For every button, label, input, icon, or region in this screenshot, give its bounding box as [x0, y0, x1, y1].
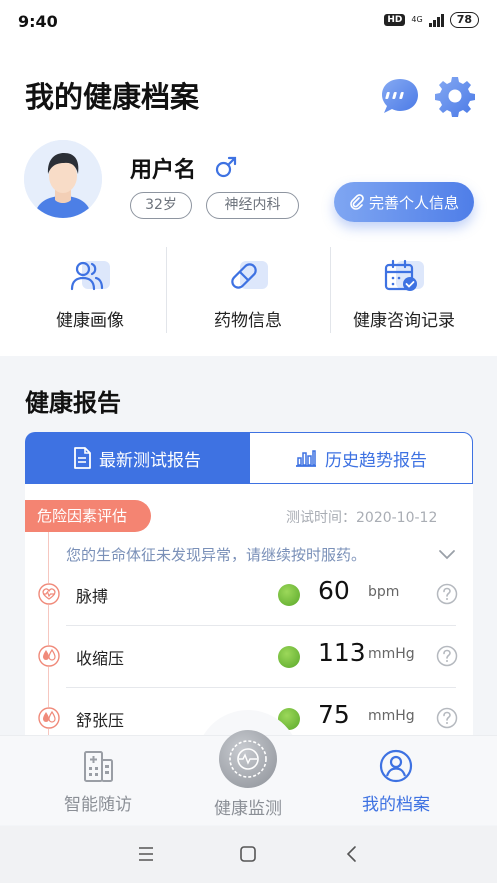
chevron-down-icon[interactable] — [438, 547, 456, 561]
people-icon — [70, 261, 110, 291]
male-gender-icon — [215, 156, 237, 178]
metric-name: 舒张压 — [76, 711, 125, 730]
paperclip-icon — [350, 194, 364, 210]
tab-label: 最新测试报告 — [99, 450, 201, 471]
quick-link-health-portrait[interactable]: 健康画像 — [10, 250, 170, 335]
quick-link-consult-records[interactable]: 健康咨询记录 — [324, 250, 484, 335]
nav-my-records[interactable]: 我的档案 — [326, 748, 466, 815]
status-ok-indicator — [278, 584, 300, 606]
chat-bubble-icon — [382, 79, 418, 113]
user-avatar-icon — [24, 140, 102, 218]
status-indicators: HD 4G 78 — [384, 12, 479, 28]
status-ok-indicator — [278, 646, 300, 668]
avatar[interactable] — [24, 140, 102, 218]
question-mark-icon[interactable] — [436, 645, 458, 667]
status-notice: 您的生命体征未发现异常，请继续按时服药。 — [66, 546, 367, 564]
monitor-target-icon — [229, 740, 267, 778]
hospital-icon — [84, 751, 113, 782]
question-mark-icon[interactable] — [436, 707, 458, 729]
status-bar: 9:40 HD 4G 78 — [0, 0, 497, 44]
status-time: 9:40 — [18, 12, 58, 31]
metric-unit: bpm — [368, 584, 400, 600]
nav-smart-followup[interactable]: 智能随访 — [28, 748, 168, 815]
menu-icon[interactable] — [131, 839, 161, 869]
metric-row-systolic[interactable]: 收缩压 113 mmHg — [30, 626, 460, 688]
complete-profile-button[interactable]: 完善个人信息 — [334, 182, 474, 222]
battery-icon: 78 — [449, 12, 479, 28]
metric-unit: mmHg — [368, 646, 415, 662]
username: 用户名 — [130, 158, 197, 183]
nav-health-monitor-label: 健康监测 — [214, 799, 282, 819]
quick-link-label: 健康咨询记录 — [353, 311, 455, 331]
age-tag: 32岁 — [130, 192, 192, 219]
metric-unit: mmHg — [368, 708, 415, 724]
metric-value: 113 — [318, 638, 366, 667]
metric-row-pulse[interactable]: 脉搏 60 bpm — [30, 564, 460, 626]
home-icon[interactable] — [233, 839, 263, 869]
metric-name: 脉搏 — [76, 587, 109, 606]
metric-value: 75 — [318, 700, 350, 729]
gear-icon — [435, 77, 475, 117]
chat-button[interactable] — [380, 77, 420, 115]
test-time: 测试时间：2020-10-12 — [286, 510, 438, 526]
hd-badge: HD — [384, 14, 406, 26]
quick-link-medication[interactable]: 药物信息 — [168, 250, 328, 335]
metric-value: 60 — [318, 576, 350, 605]
settings-button[interactable] — [433, 74, 477, 118]
metric-name: 收缩压 — [76, 649, 125, 668]
nav-label: 我的档案 — [362, 795, 430, 815]
bar-chart-icon — [296, 450, 316, 467]
back-icon[interactable] — [337, 839, 367, 869]
user-profile-icon — [379, 749, 413, 783]
page-title: 我的健康档案 — [25, 80, 200, 114]
question-mark-icon[interactable] — [436, 583, 458, 605]
document-icon — [74, 447, 91, 469]
calendar-check-icon — [384, 259, 424, 291]
divider — [166, 247, 167, 333]
network-type: 4G — [411, 15, 423, 24]
signal-icon — [428, 13, 444, 27]
blood-pressure-icon — [38, 707, 60, 729]
pill-icon — [231, 261, 268, 289]
department-tag: 神经内科 — [206, 192, 299, 219]
quick-link-label: 健康画像 — [56, 311, 124, 331]
complete-profile-label: 完善个人信息 — [368, 193, 459, 212]
quick-link-label: 药物信息 — [214, 311, 282, 331]
report-title: 健康报告 — [25, 389, 121, 417]
heart-pulse-icon — [38, 583, 60, 605]
blood-pressure-icon — [38, 645, 60, 667]
tab-label: 历史趋势报告 — [325, 450, 427, 471]
risk-assessment-badge: 危险因素评估 — [25, 500, 151, 532]
tab-latest-report[interactable]: 最新测试报告 — [25, 432, 249, 484]
nav-health-monitor-button[interactable] — [219, 730, 277, 788]
tab-history-report[interactable]: 历史趋势报告 — [249, 432, 473, 484]
nav-label: 智能随访 — [64, 795, 132, 815]
